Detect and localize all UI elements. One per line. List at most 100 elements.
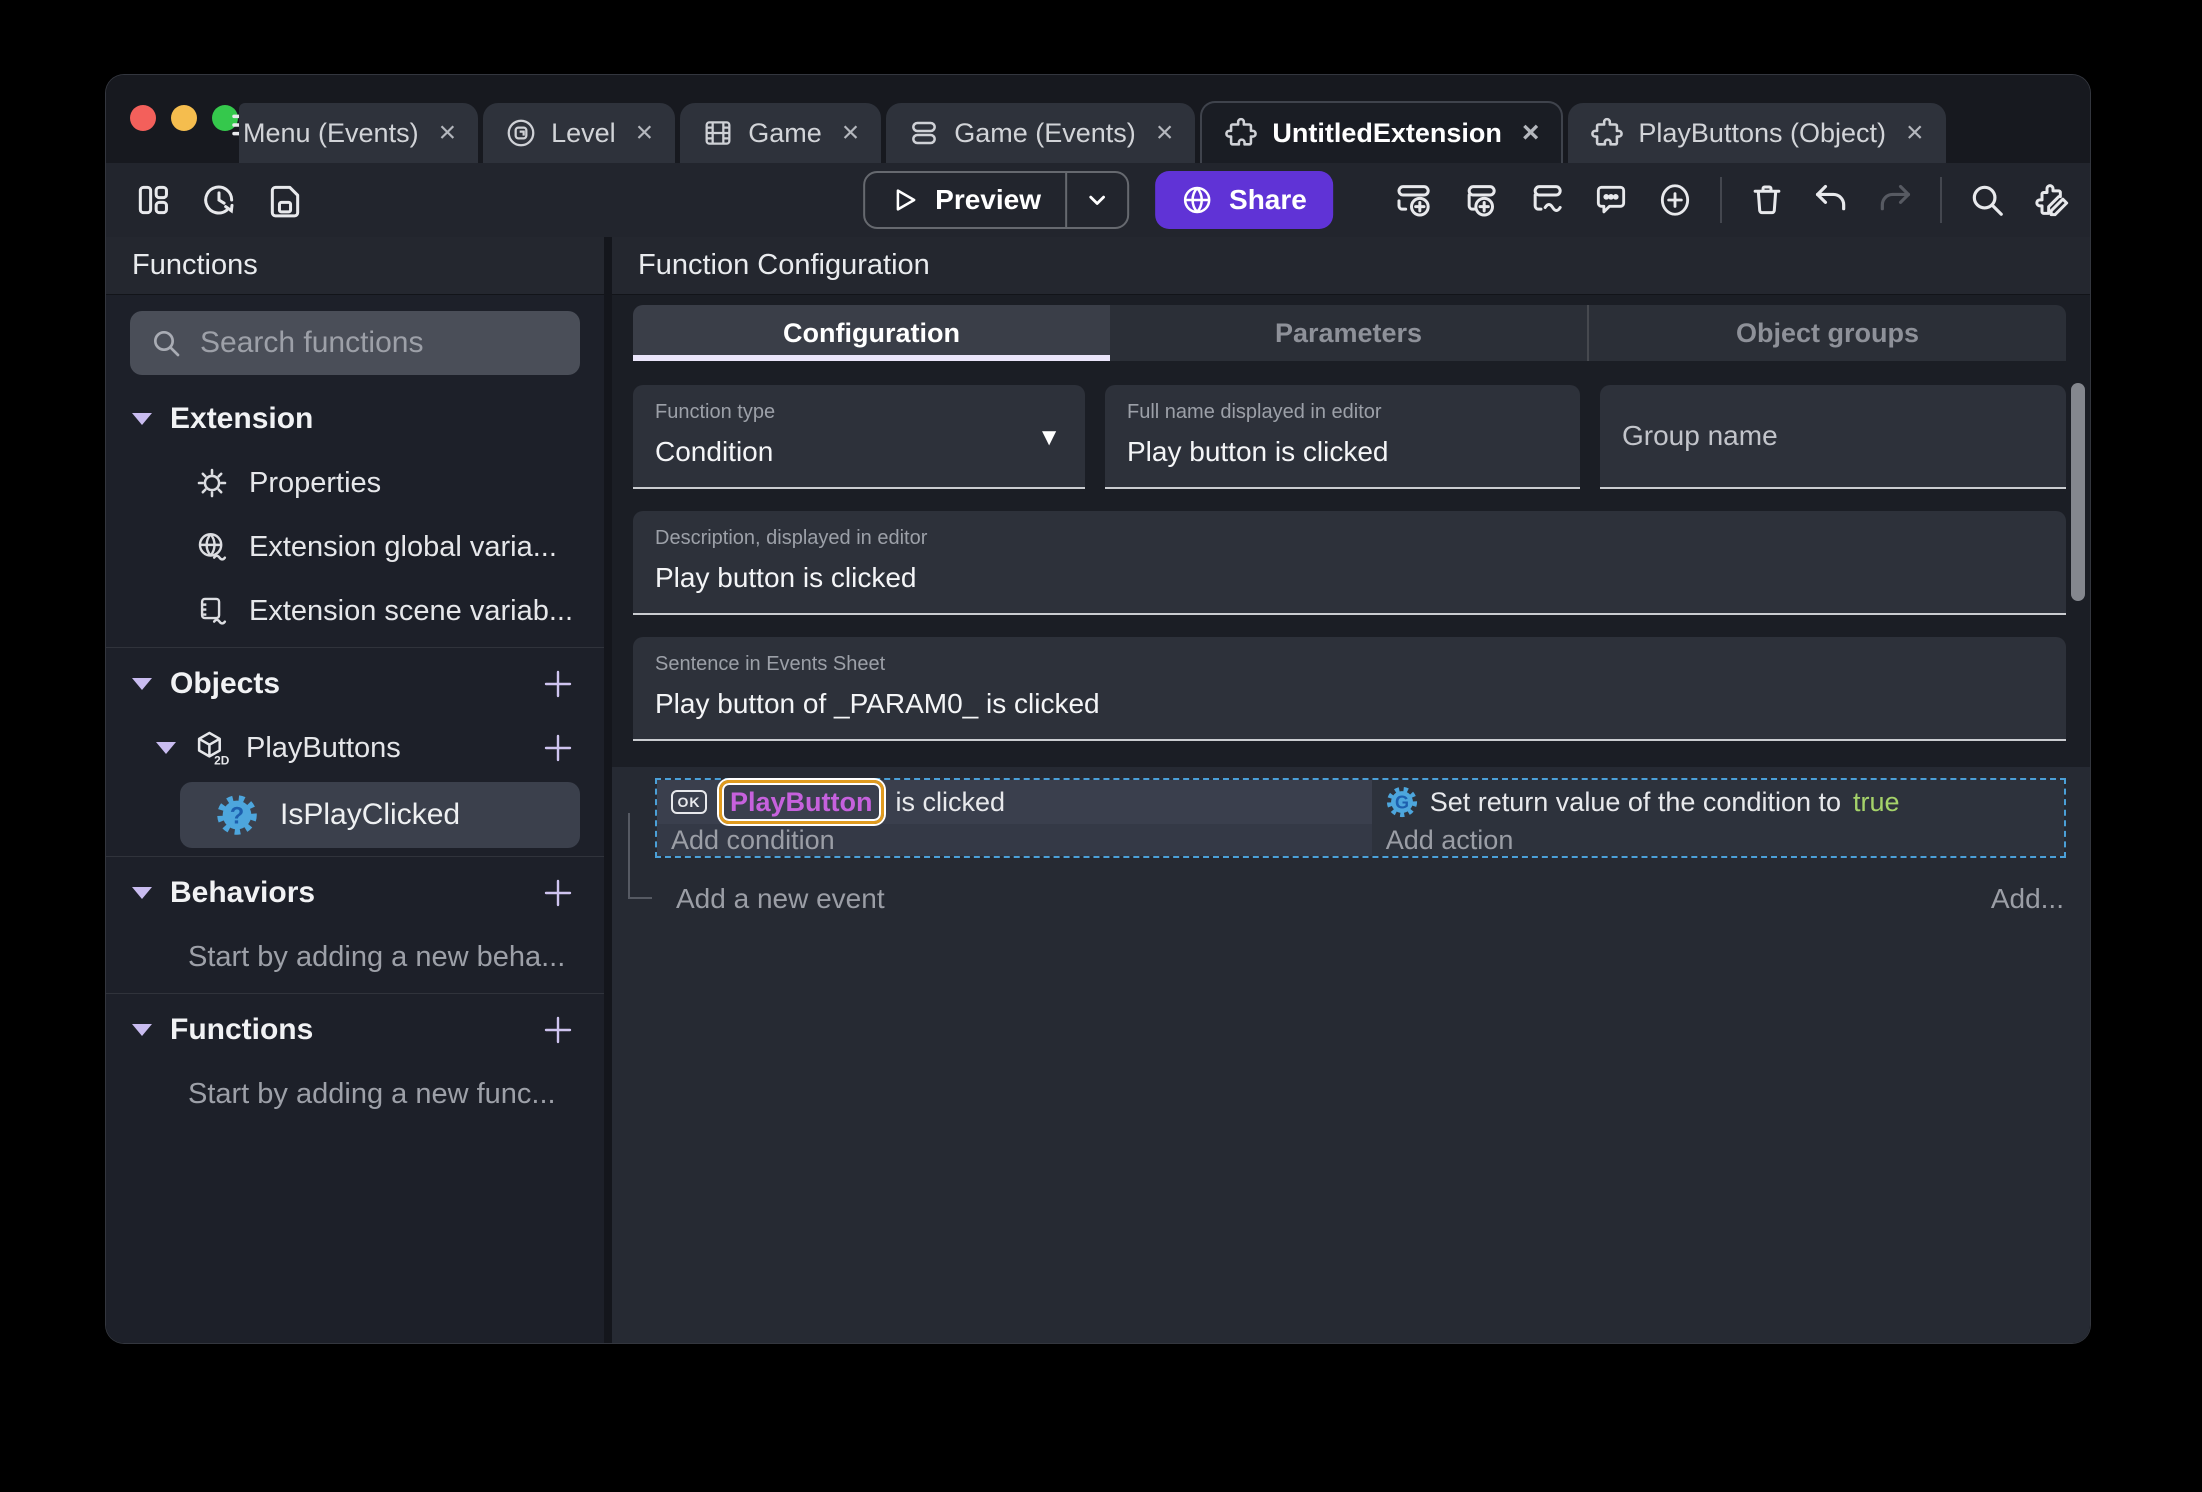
tab-close-icon[interactable]: × — [1906, 118, 1924, 148]
sidebar-item-properties[interactable]: Properties — [106, 451, 604, 515]
plus-icon — [544, 879, 572, 907]
toolbar-center-group: Preview Share — [863, 171, 1333, 229]
gear-icon — [195, 466, 229, 500]
title-bar: Menu (Events) × Level × Game × Game (Eve… — [106, 75, 2090, 163]
chevron-down-icon[interactable] — [156, 742, 176, 754]
save-icon[interactable] — [266, 181, 304, 219]
tab-configuration[interactable]: Configuration — [633, 305, 1110, 361]
chevron-down-icon[interactable] — [132, 887, 152, 899]
event-conditions-column: OK PlayButton is clicked Add condition — [657, 780, 1372, 856]
add-subevent-icon[interactable] — [1460, 180, 1500, 220]
events-sheet-icon — [908, 117, 940, 149]
section-label: Objects — [170, 667, 281, 700]
gdevelop-gear-icon: G — [1386, 786, 1418, 818]
share-button[interactable]: Share — [1155, 171, 1333, 229]
dropdown-arrow-icon[interactable]: ▼ — [1037, 424, 1061, 452]
panes-layout-icon[interactable] — [134, 181, 172, 219]
form-row-1: Function type Condition ▼ Full name disp… — [633, 385, 2066, 489]
tab-level[interactable]: Level × — [483, 103, 676, 163]
history-icon[interactable] — [200, 181, 238, 219]
chevron-down-icon[interactable] — [132, 1024, 152, 1036]
sidebar-section-behaviors[interactable]: Behaviors — [106, 861, 604, 925]
event-block-selected[interactable]: OK PlayButton is clicked Add condition G… — [655, 778, 2066, 858]
preview-button[interactable]: Preview — [863, 171, 1130, 229]
tab-game[interactable]: Game × — [680, 103, 882, 163]
add-function-button[interactable] — [540, 1012, 576, 1048]
sidebar-item-extension-scene-variables[interactable]: Extension scene variab... — [106, 579, 604, 643]
undo-icon[interactable] — [1812, 181, 1850, 219]
add-more-button[interactable]: Add... — [1991, 883, 2064, 915]
functions-empty-hint: Start by adding a new func... — [188, 1077, 556, 1110]
action-row[interactable]: G Set return value of the condition to t… — [1372, 780, 2064, 824]
sidebar-item-label: Extension global varia... — [249, 530, 557, 563]
tab-close-icon[interactable]: × — [842, 118, 860, 148]
toolbar-divider — [1720, 177, 1722, 223]
action-value-true: true — [1853, 786, 1900, 817]
action-text: Set return value of the condition to — [1429, 786, 1842, 817]
add-comment-icon[interactable] — [1592, 181, 1630, 219]
redo-icon[interactable] — [1876, 181, 1914, 219]
add-circle-icon[interactable] — [1656, 181, 1694, 219]
field-placeholder: Group name — [1622, 420, 1778, 451]
sidebar-divider — [106, 856, 604, 857]
svg-text:?: ? — [230, 803, 244, 829]
sidebar-item-extension-global-variables[interactable]: Extension global varia... — [106, 515, 604, 579]
sidebar-section-extension[interactable]: Extension — [106, 387, 604, 451]
tab-close-icon[interactable]: × — [1522, 118, 1540, 148]
vertical-scrollbar[interactable] — [2071, 383, 2085, 601]
tab-playbuttons-object[interactable]: PlayButtons (Object) × — [1568, 103, 1946, 163]
add-event-icon[interactable] — [1394, 180, 1434, 220]
section-label: Functions — [170, 1013, 314, 1046]
search-icon[interactable] — [1968, 181, 2006, 219]
group-name-field[interactable]: Group name — [1600, 385, 2066, 489]
delete-icon[interactable] — [1748, 181, 1786, 219]
section-label: Extension — [170, 402, 314, 435]
preview-options-arrow[interactable] — [1067, 186, 1127, 214]
function-type-select[interactable]: Function type Condition ▼ — [633, 385, 1085, 489]
chevron-down-icon[interactable] — [132, 678, 152, 690]
screenshot-background: Menu (Events) × Level × Game × Game (Eve… — [0, 0, 2202, 1492]
share-button-label: Share — [1229, 184, 1307, 215]
search-functions-input[interactable]: Search functions — [130, 311, 580, 375]
tab-untitled-extension[interactable]: UntitledExtension × — [1200, 101, 1564, 163]
add-behavior-button[interactable] — [540, 875, 576, 911]
tab-menu-events[interactable]: Menu (Events) × — [239, 103, 479, 163]
tab-object-groups[interactable]: Object groups — [1587, 305, 2066, 361]
sidebar-section-functions[interactable]: Functions — [106, 998, 604, 1062]
sentence-field[interactable]: Sentence in Events Sheet Play button of … — [633, 637, 2066, 741]
preview-button-main[interactable]: Preview — [865, 184, 1065, 216]
sidebar-section-objects[interactable]: Objects — [106, 652, 604, 716]
add-condition-button[interactable]: Add condition — [657, 824, 1372, 856]
globe-variables-icon — [195, 530, 229, 564]
tab-close-icon[interactable]: × — [439, 118, 457, 148]
description-field[interactable]: Description, displayed in editor Play bu… — [633, 511, 2066, 615]
add-object-button[interactable] — [540, 666, 576, 702]
add-other-event-icon[interactable] — [1526, 180, 1566, 220]
add-object-function-button[interactable] — [540, 730, 576, 766]
behaviors-empty-hint: Start by adding a new beha... — [188, 940, 566, 973]
search-icon — [154, 331, 180, 357]
field-label: Description, displayed in editor — [655, 527, 928, 549]
close-window-icon[interactable] — [130, 105, 156, 131]
add-action-button[interactable]: Add action — [1372, 824, 2064, 856]
edit-extension-icon[interactable] — [2032, 180, 2072, 220]
sidebar-item-isplayclicked-selected[interactable]: ? IsPlayClicked — [180, 782, 580, 848]
chevron-down-icon — [1089, 195, 1105, 205]
tab-game-events[interactable]: Game (Events) × — [886, 103, 1196, 163]
tab-label: Game (Events) — [954, 117, 1136, 148]
tab-close-icon[interactable]: × — [1156, 118, 1174, 148]
full-name-field[interactable]: Full name displayed in editor Play butto… — [1105, 385, 1580, 489]
add-new-event-button[interactable]: Add a new event — [676, 883, 885, 915]
tab-close-icon[interactable]: × — [636, 118, 654, 148]
window-body: Functions Search functions Extension Pro… — [106, 237, 2090, 1343]
condition-function-icon: ? — [216, 794, 258, 836]
minimize-window-icon[interactable] — [171, 105, 197, 131]
tab-parameters[interactable]: Parameters — [1110, 305, 1587, 361]
condition-object-highlight[interactable]: PlayButton — [719, 780, 884, 824]
chevron-down-icon[interactable] — [132, 413, 152, 425]
object-2d-cube-icon: 2D — [192, 729, 230, 767]
sidebar-item-playbuttons[interactable]: 2D PlayButtons — [106, 716, 604, 780]
scene-icon — [505, 117, 537, 149]
configuration-tab-bar: Configuration Parameters Object groups — [633, 305, 2066, 361]
condition-row[interactable]: OK PlayButton is clicked — [657, 780, 1372, 824]
